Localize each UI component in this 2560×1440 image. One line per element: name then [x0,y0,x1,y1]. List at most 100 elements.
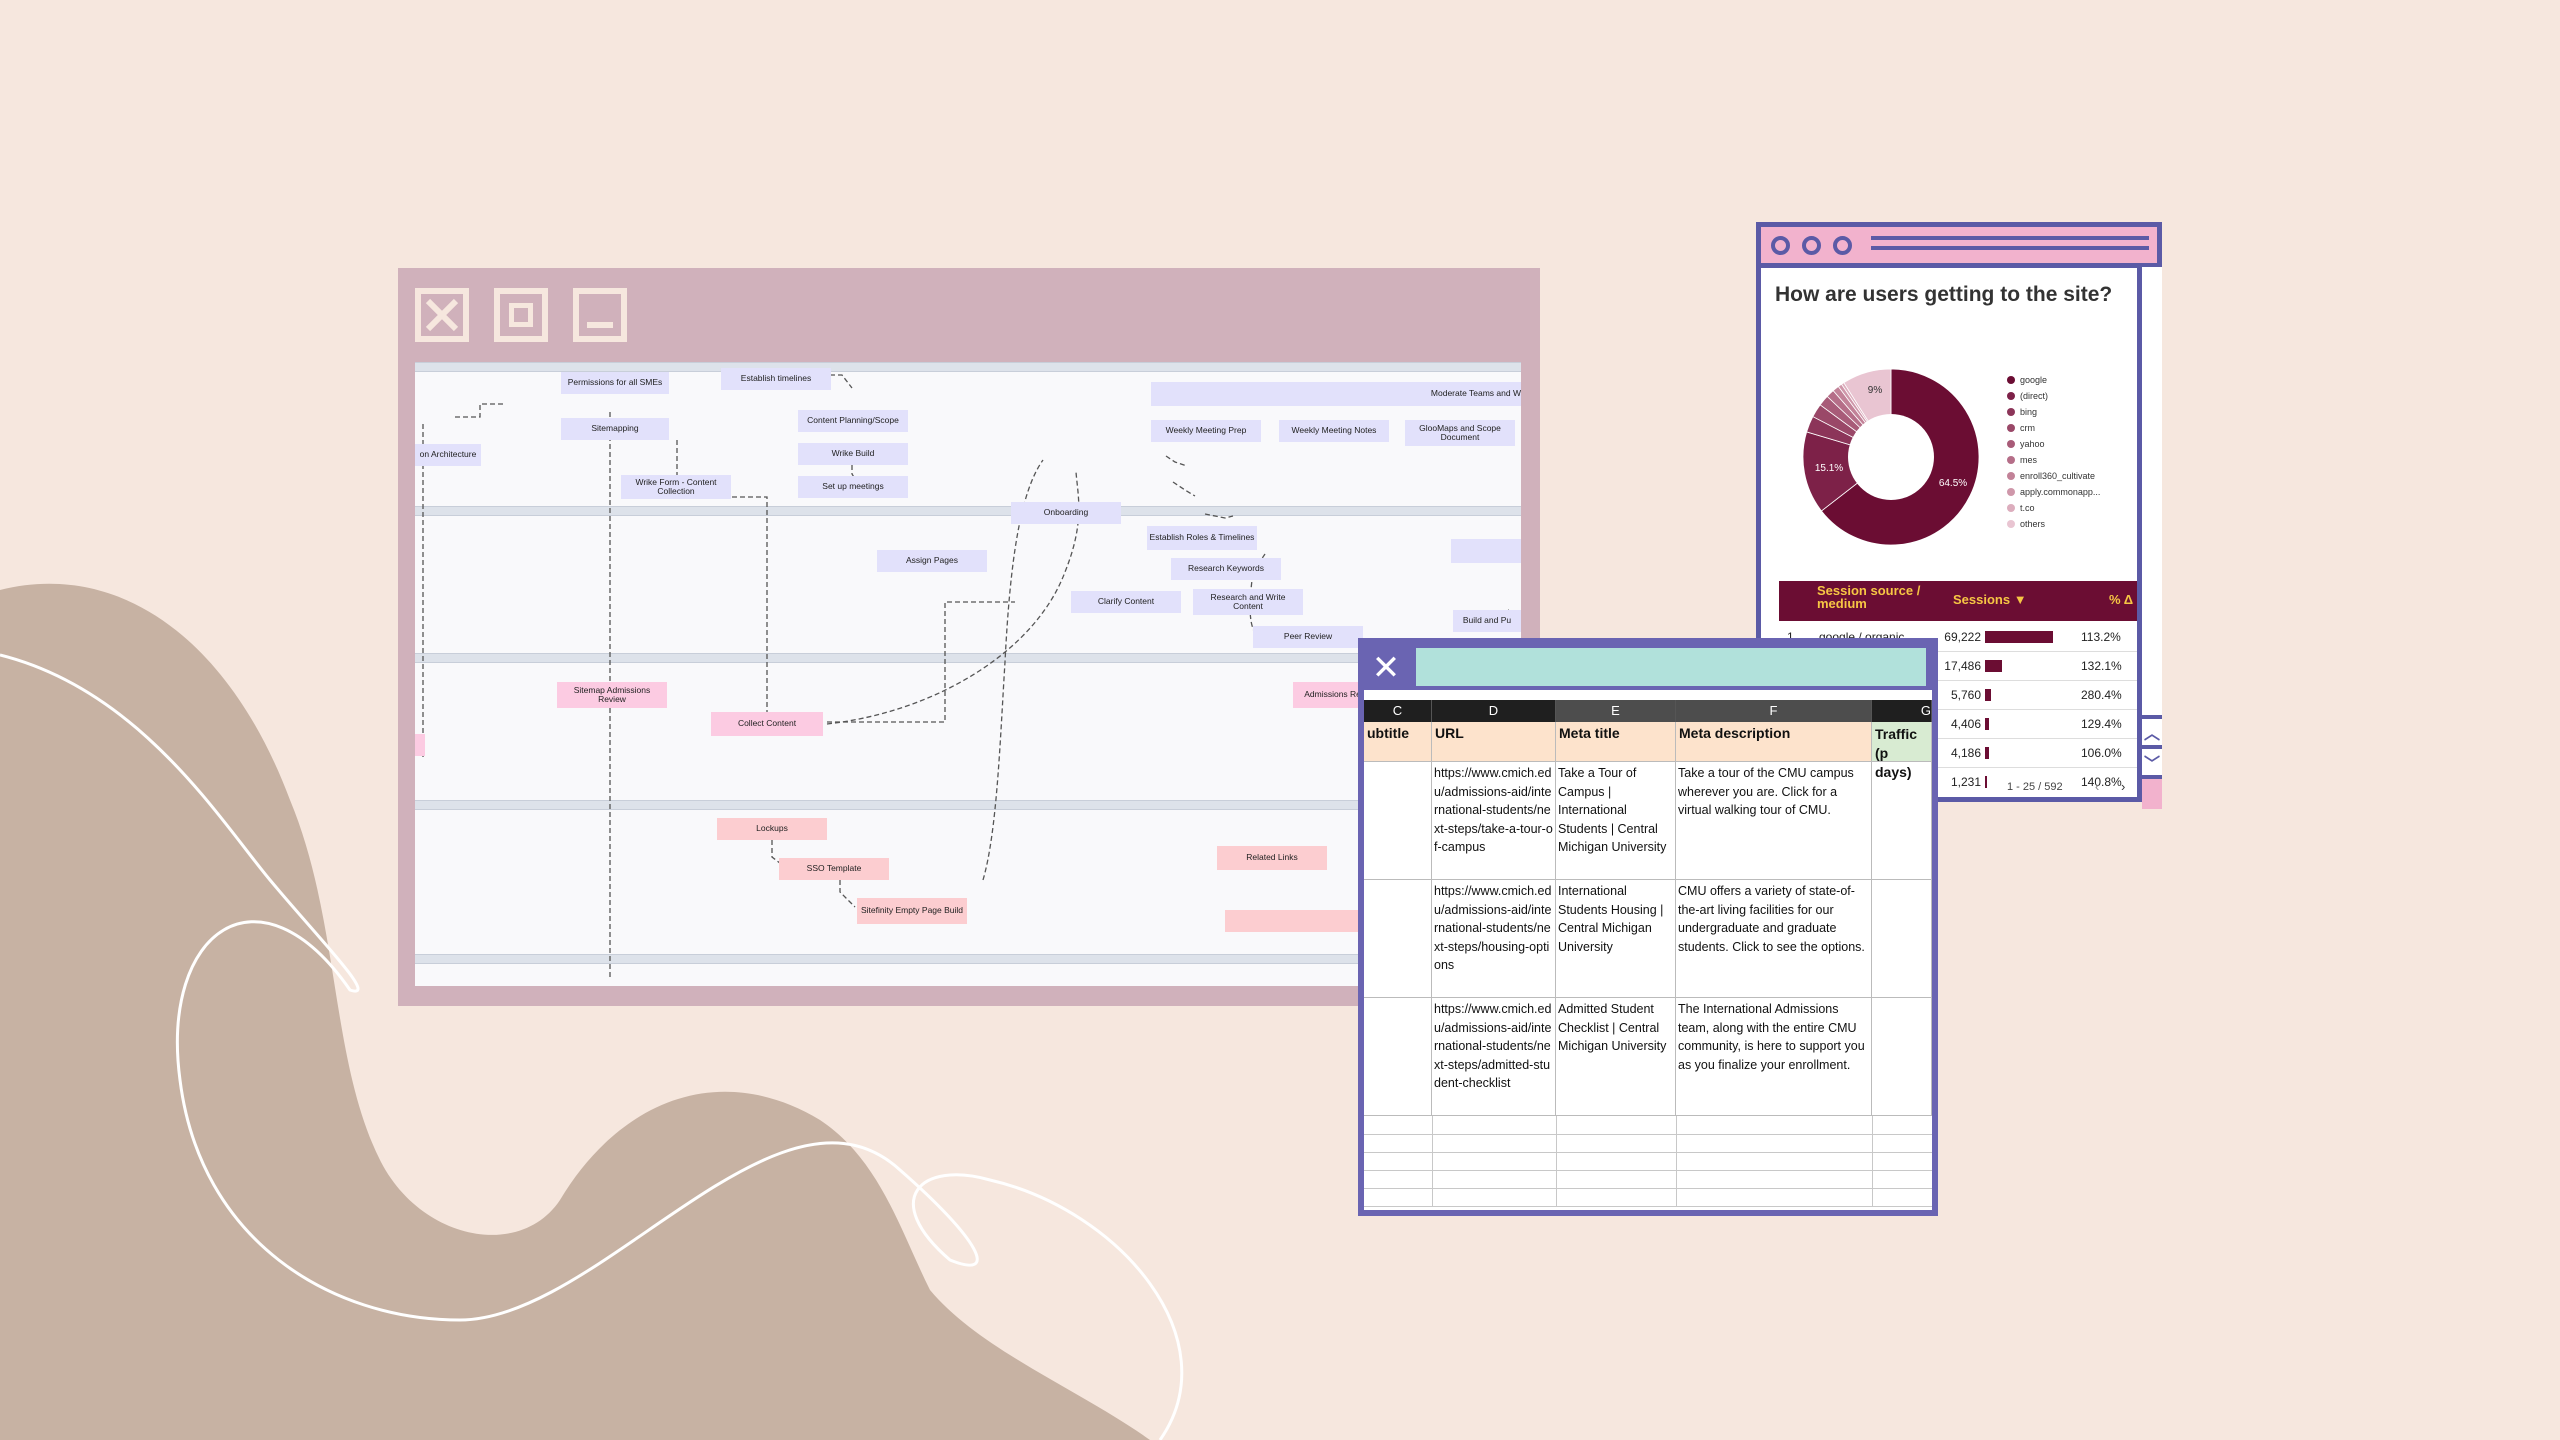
sheet-cell[interactable] [1364,1134,1433,1152]
flow-node[interactable] [415,734,425,756]
empty-sheet-row[interactable] [1364,1116,1932,1135]
empty-sheet-row[interactable] [1364,1134,1932,1153]
empty-sheet-row[interactable] [1364,1152,1932,1171]
field-header-meta-description[interactable]: Meta description [1676,722,1872,762]
flow-node[interactable]: Research and Write Content [1193,589,1303,615]
sheet-cell[interactable] [1432,1134,1557,1152]
field-header-subtitle[interactable]: ubtitle [1364,722,1432,762]
sheet-cell[interactable] [1364,1170,1433,1188]
flow-node[interactable]: Wrike Form - Content Collection [621,475,731,499]
sheet-cell[interactable] [1364,1152,1433,1170]
scroll-down-button[interactable]: ﹀ [2142,745,2162,775]
legend-item[interactable]: crm [2007,423,2035,433]
flow-node[interactable]: Establish timelines [721,368,831,390]
sheet-cell[interactable] [1676,1116,1873,1134]
flow-node[interactable]: Permissions for all SMEs [561,372,669,394]
field-header-url[interactable]: URL [1432,722,1556,762]
legend-item[interactable]: apply.commonapp... [2007,487,2100,497]
flowchart-canvas[interactable]: Permissions for all SMEs Establish timel… [415,362,1521,986]
sheet-cell[interactable] [1556,1116,1677,1134]
sheet-cell[interactable] [1556,1134,1677,1152]
prev-page-button[interactable]: ‹ [2095,779,2099,794]
sheet-cell[interactable] [1676,1188,1873,1206]
sheet-cell[interactable]: Take a Tour of Campus | International St… [1556,762,1676,880]
legend-item[interactable]: bing [2007,407,2037,417]
flow-node[interactable]: SSO Template [779,858,889,880]
sheet-cell[interactable]: https://www.cmich.edu/admissions-aid/int… [1432,762,1556,880]
sheet-cell[interactable] [1676,1152,1873,1170]
sheet-cell[interactable] [1432,1152,1557,1170]
sheet-cell[interactable] [1364,1116,1433,1134]
flow-node[interactable]: on Architecture [415,444,481,466]
sheet-cell[interactable] [1556,1170,1677,1188]
sheet-cell[interactable]: Take a tour of the CMU campus wherever y… [1676,762,1872,880]
sheet-cell[interactable] [1556,1188,1677,1206]
window-control-dot[interactable] [1802,236,1821,255]
sheet-cell[interactable] [1872,880,1932,998]
flow-node[interactable]: Sitemapping [561,418,669,440]
column-header-source[interactable]: Session source / medium [1817,584,1927,624]
close-button[interactable]: ✕ [1368,650,1404,686]
sheet-cell[interactable]: International Students Housing | Central… [1556,880,1676,998]
column-letter[interactable]: C [1364,700,1432,722]
legend-item[interactable]: yahoo [2007,439,2045,449]
flow-node[interactable]: Content Planning/Scope [798,410,908,432]
flow-node[interactable]: Clarify Content [1071,591,1181,613]
sheet-cell[interactable] [1556,1152,1677,1170]
sheet-cell[interactable]: CMU offers a variety of state-of-the-art… [1676,880,1872,998]
flow-node[interactable]: Moderate Teams and W [1151,382,1521,406]
flow-node[interactable]: Lockups [717,818,827,840]
maximize-button[interactable] [494,288,548,342]
sheet-cell[interactable] [1872,762,1932,880]
flow-node[interactable]: Weekly Meeting Notes [1279,420,1389,442]
flow-node[interactable]: Peer Review [1253,626,1363,648]
legend-item[interactable]: (direct) [2007,391,2048,401]
spreadsheet-grid[interactable]: C D E F G ubtitle URL Meta title Meta de… [1364,700,1932,1210]
flow-node[interactable]: Sitefinity Empty Page Build [857,898,967,924]
sheet-cell[interactable] [1432,1188,1557,1206]
field-header-meta-title[interactable]: Meta title [1556,722,1676,762]
flow-node[interactable]: GlooMaps and Scope Document [1405,420,1515,446]
flow-node[interactable]: Sitemap Admissions Review [557,682,667,708]
legend-item[interactable]: google [2007,375,2047,385]
window-control-dot[interactable] [1771,236,1790,255]
sheet-cell[interactable] [1872,1116,1932,1134]
legend-item[interactable]: t.co [2007,503,2035,513]
legend-item[interactable]: enroll360_cultivate [2007,471,2095,481]
vertical-scrollbar[interactable]: ︿ ﹀ [2137,267,2162,809]
flow-node[interactable]: Establish Roles & Timelines [1147,526,1257,550]
column-letter[interactable]: D [1432,700,1556,722]
flow-node[interactable]: Research Keywords [1171,558,1281,580]
sheet-cell[interactable] [1364,998,1432,1116]
flow-node[interactable]: Onboarding [1011,502,1121,524]
flow-node[interactable]: Collect Content [711,712,823,736]
next-page-button[interactable]: › [2121,779,2125,794]
sheet-cell[interactable]: Admitted Student Checklist | Central Mic… [1556,998,1676,1116]
sheet-cell[interactable] [1676,1134,1873,1152]
flow-node[interactable]: Build and Pu [1453,610,1521,632]
empty-sheet-row[interactable] [1364,1170,1932,1189]
sheet-cell[interactable] [1872,1188,1932,1206]
empty-sheet-row[interactable] [1364,1188,1932,1207]
sheet-cell[interactable] [1872,1134,1932,1152]
sheet-cell[interactable] [1872,1152,1932,1170]
sheet-cell[interactable]: https://www.cmich.edu/admissions-aid/int… [1432,880,1556,998]
window-control-dot[interactable] [1833,236,1852,255]
sheet-cell[interactable] [1364,880,1432,998]
legend-item[interactable]: mes [2007,455,2037,465]
flow-node[interactable] [1451,539,1521,563]
flow-node[interactable]: Wrike Build [798,443,908,465]
sheet-cell[interactable] [1432,1116,1557,1134]
close-button[interactable] [415,288,469,342]
flow-node[interactable]: Related Links [1217,846,1327,870]
sheet-cell[interactable] [1676,1170,1873,1188]
sheet-cell[interactable] [1432,1170,1557,1188]
sheet-cell[interactable]: The International Admissions team, along… [1676,998,1872,1116]
sheet-cell[interactable] [1872,1170,1932,1188]
minimize-button[interactable] [573,288,627,342]
sheet-cell[interactable] [1872,998,1932,1116]
scroll-up-button[interactable]: ︿ [2142,715,2162,745]
column-letter[interactable]: E [1556,700,1676,722]
flow-node[interactable]: Assign Pages [877,550,987,572]
flow-node[interactable]: Weekly Meeting Prep [1151,420,1261,442]
